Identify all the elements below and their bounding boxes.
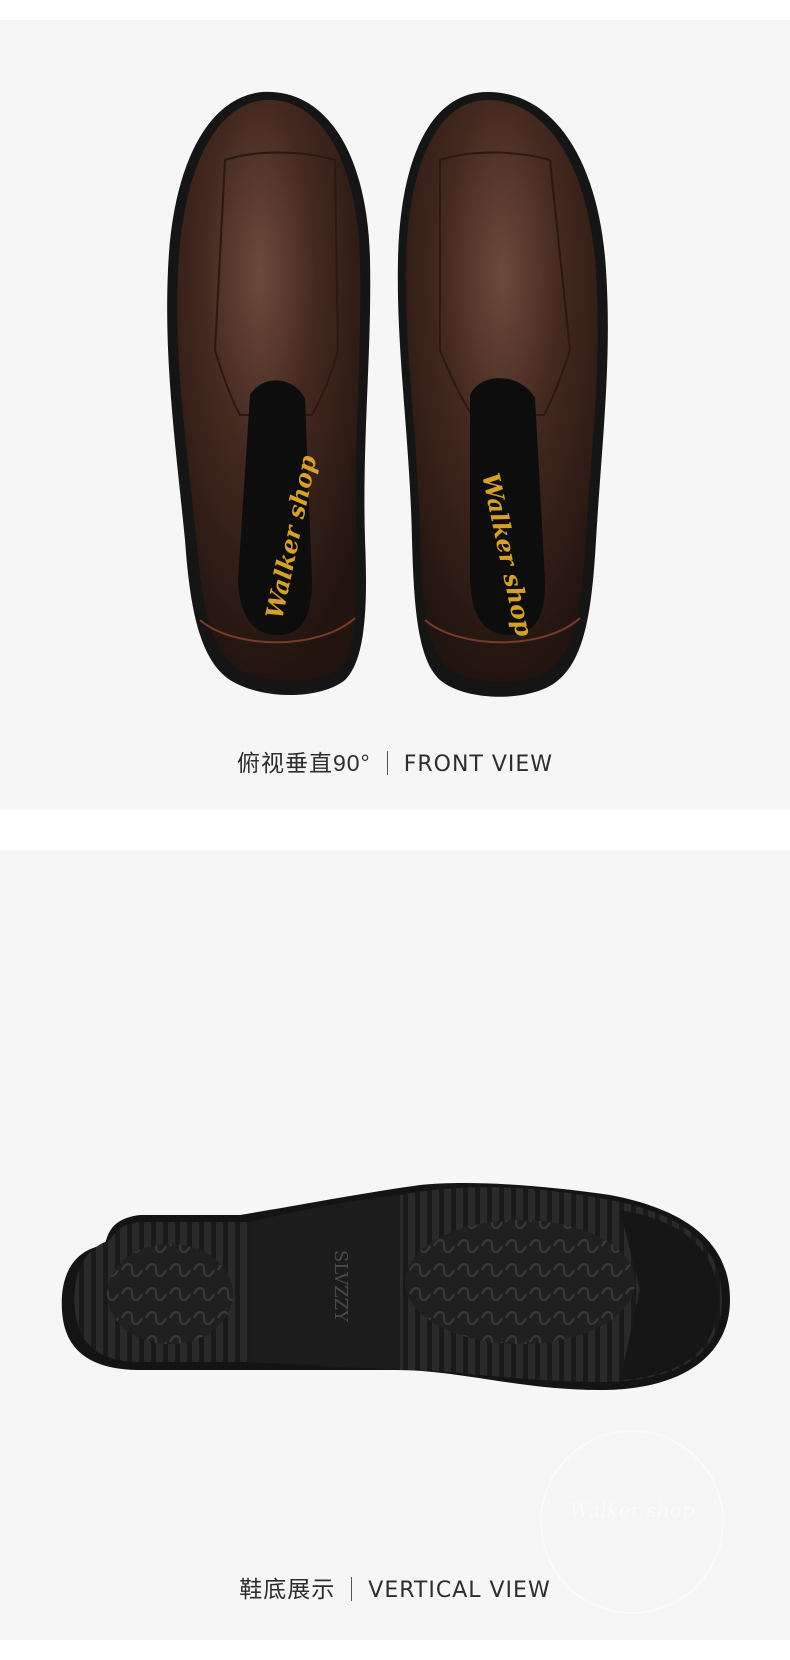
front-view-panel: Walker shop Walker shop 俯视垂直90° FRONT VIE… — [0, 20, 790, 810]
front-view-caption-cn: 俯视垂直90° — [236, 750, 371, 776]
sole-view-caption: 鞋底展示 VERTICAL VIEW — [0, 1570, 790, 1604]
front-view-caption: 俯视垂直90° FRONT VIEW — [0, 744, 790, 778]
left-shoe: Walker shop — [167, 91, 371, 696]
front-view-shoes-image: Walker shop Walker shop — [167, 91, 608, 697]
outsole: SLVZZY — [61, 1183, 730, 1390]
sole-brand-text: SLVZZY — [330, 1250, 351, 1323]
front-view-caption-en: FRONT VIEW — [403, 752, 554, 777]
right-shoe: Walker shop — [397, 91, 608, 697]
sole-view-caption-en: VERTICAL VIEW — [368, 1578, 551, 1603]
caption-separator — [386, 751, 388, 775]
sole-view-caption-cn: 鞋底展示 — [239, 1576, 336, 1602]
sole-view-panel: SLVZZY Walker shop 鞋底展示 VERTICAL VIEW — [0, 850, 790, 1640]
caption-separator — [351, 1577, 353, 1601]
watermark-text: Walker shop — [569, 1498, 695, 1522]
